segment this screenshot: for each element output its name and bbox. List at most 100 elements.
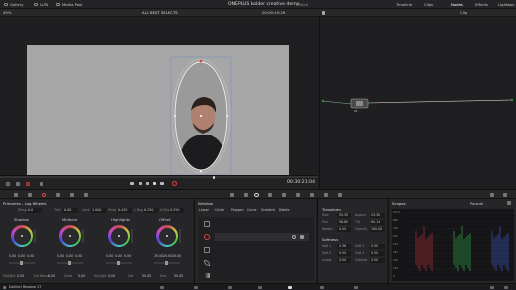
window-mask-icon[interactable] (300, 235, 304, 239)
camera-raw-icon[interactable] (14, 193, 18, 197)
param-value[interactable]: 50.00 (174, 274, 183, 278)
wheel-puck[interactable] (166, 235, 168, 237)
scope-mode-dropdown[interactable]: Parade (470, 202, 483, 206)
wheel-puck[interactable] (21, 235, 23, 237)
motion-effects-icon[interactable] (84, 193, 88, 197)
record-icon[interactable] (26, 182, 30, 186)
skip-back-icon[interactable] (130, 182, 134, 185)
window-tool-button[interactable]: Circle (215, 208, 224, 212)
wheel-value[interactable]: 25.00 (154, 254, 163, 258)
transform-value[interactable]: 58.80 (339, 220, 348, 224)
circle-window-icon[interactable] (204, 234, 210, 240)
softness-value[interactable]: 2.36 (339, 244, 346, 248)
clip-dropdown[interactable]: Clip (460, 11, 467, 15)
softness-value[interactable]: 0.50 (371, 244, 378, 248)
param-value[interactable]: 1.000 (92, 208, 101, 212)
scrub-bar[interactable] (0, 176, 318, 178)
param-value[interactable]: 0.00 (78, 274, 85, 278)
wheel-value[interactable]: 25.00 (172, 254, 181, 258)
luts-icon[interactable] (34, 3, 38, 6)
param-value[interactable]: 0.250 (144, 208, 153, 212)
softness-value[interactable]: 0.50 (371, 258, 378, 262)
wheel-master-slider[interactable] (57, 261, 83, 265)
color-wheel[interactable] (59, 225, 81, 247)
media-pool-tab[interactable]: Media Pool (62, 3, 82, 7)
wheel-slider[interactable] (131, 229, 133, 243)
param-value[interactable]: 0.0 (28, 208, 33, 212)
color-wheel[interactable] (156, 225, 178, 247)
window-tool-button[interactable]: Delete (279, 208, 289, 212)
param-value[interactable]: 0.435 (118, 208, 127, 212)
window-tool-button[interactable]: Linear (199, 208, 209, 212)
param-value[interactable]: 0.550 (170, 208, 179, 212)
rgb-mixer-icon[interactable] (70, 193, 74, 197)
window-tool-button[interactable]: Polygon (231, 208, 244, 212)
transform-value[interactable]: 23.30 (371, 213, 380, 217)
wheel-slider[interactable] (82, 229, 84, 243)
playhead-icon[interactable] (213, 176, 215, 179)
window-tool-button[interactable]: Gradient (261, 208, 275, 212)
slider-handle[interactable] (68, 261, 72, 265)
media-pool-icon[interactable] (56, 3, 60, 6)
wheel-value[interactable]: 0.00 (27, 254, 34, 258)
curves-icon[interactable] (230, 193, 234, 197)
window-invert-icon[interactable] (292, 235, 296, 239)
video-frame[interactable] (27, 45, 289, 188)
window-tool-button[interactable]: Curve (247, 208, 256, 212)
loop-icon[interactable] (6, 182, 10, 186)
window-overlay[interactable] (27, 45, 289, 188)
softness-value[interactable]: 0.50 (371, 251, 378, 255)
play-reverse-icon[interactable] (139, 182, 142, 185)
luts-tab[interactable]: LUTs (40, 3, 48, 7)
lightbox-tab[interactable]: Lightbox (498, 3, 514, 7)
cursor-icon[interactable] (322, 11, 325, 15)
sizing-icon[interactable] (324, 193, 328, 197)
color-wheels-icon[interactable] (42, 193, 46, 197)
stop-icon[interactable] (146, 182, 149, 185)
slider-handle[interactable] (117, 261, 121, 265)
wheel-value[interactable]: 0.00 (75, 254, 82, 258)
wheel-value[interactable]: 0.00 (124, 254, 131, 258)
scopes-toggle-icon[interactable] (490, 193, 494, 197)
param-value[interactable]: 50.00 (142, 274, 151, 278)
color-wheel[interactable] (108, 225, 130, 247)
zoom-level[interactable]: 49% (3, 11, 11, 15)
wheel-value[interactable]: 0.00 (57, 254, 64, 258)
wheel-value[interactable]: 0.00 (18, 254, 25, 258)
slider-handle[interactable] (20, 261, 24, 265)
param-value[interactable]: 0.00 (64, 208, 71, 212)
cut-page-icon[interactable] (194, 285, 198, 289)
fusion-page-icon[interactable] (258, 285, 262, 289)
transform-value[interactable]: 55.30 (339, 213, 348, 217)
wheel-value[interactable]: 25.00 (163, 254, 172, 258)
deliver-page-icon[interactable] (354, 285, 358, 289)
wheel-master-slider[interactable] (9, 261, 35, 265)
param-value[interactable]: 0.00 (108, 274, 115, 278)
qualifier-icon[interactable] (244, 193, 248, 197)
window-icon[interactable] (254, 193, 259, 197)
tracker-icon[interactable] (268, 193, 272, 197)
gallery-icon[interactable] (4, 3, 8, 6)
blur-icon[interactable] (296, 193, 300, 197)
slider-handle[interactable] (165, 261, 169, 265)
param-value[interactable]: 0.00 (17, 274, 24, 278)
audio-icon[interactable] (16, 182, 20, 186)
linear-window-icon[interactable] (204, 221, 210, 227)
wheel-slider[interactable] (34, 229, 36, 243)
wheel-master-slider[interactable] (154, 261, 180, 265)
polygon-window-icon[interactable] (204, 247, 210, 253)
wheel-slider[interactable] (179, 229, 181, 243)
transform-value[interactable]: 0.00 (339, 227, 346, 231)
media-page-icon[interactable] (160, 285, 164, 289)
wheel-value[interactable]: 0.00 (9, 254, 16, 258)
clips-tab[interactable]: Clips (424, 3, 433, 7)
color-page-icon[interactable] (288, 285, 292, 289)
info-icon[interactable] (503, 193, 507, 197)
timeline-tab[interactable]: Timeline (396, 3, 412, 7)
loop-playback-icon[interactable] (172, 181, 177, 186)
fairlight-page-icon[interactable] (320, 285, 324, 289)
param-value[interactable]: 0.00 (48, 274, 55, 278)
mark-icon[interactable] (40, 182, 43, 186)
key-icon[interactable] (310, 193, 314, 197)
wheel-puck[interactable] (69, 235, 71, 237)
